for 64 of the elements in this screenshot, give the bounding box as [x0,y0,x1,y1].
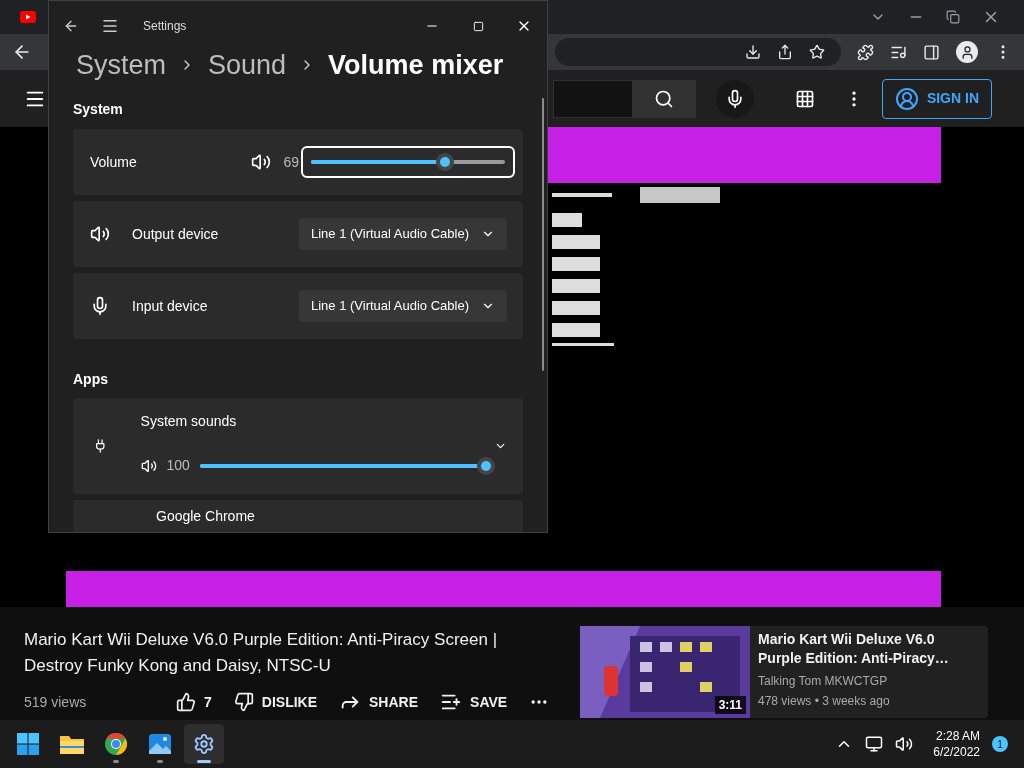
gear-icon[interactable] [193,733,215,755]
menu-icon[interactable] [101,17,119,35]
recommended-title: Mario Kart Wii Deluxe V6.0 Purple Edition: Anti-Piracy… [758,630,950,668]
recommended-video[interactable]: 3:11 Mario Kart Wii Deluxe V6.0 Purple Edition: Anti-Piracy… Talking Tom MKWCTGP 478 views • 3 weeks ago [580,626,988,718]
plug-icon [93,436,108,456]
share-icon[interactable] [777,44,793,60]
install-icon[interactable] [745,44,761,60]
app-name: System sounds [140,411,238,431]
volume-icon[interactable] [895,735,914,753]
taskbar-button[interactable] [184,724,224,764]
thumbs-down-icon [233,692,254,712]
section-heading: System [73,100,124,119]
speaker-icon [140,457,157,474]
restore-icon[interactable] [946,10,960,24]
setting-label: Output device [132,224,219,244]
search-icon [654,88,675,109]
thumbs-up-icon [176,692,196,712]
app-name: Google Chrome [156,508,255,524]
breadcrumb-item[interactable]: System [76,44,167,86]
profile-icon[interactable] [956,41,978,63]
video-meta: 478 views • 3 weeks ago [758,693,891,710]
speaker-icon [90,224,110,244]
photos-icon[interactable] [148,733,172,755]
search-button[interactable] [632,79,696,118]
device-dropdown[interactable]: Line 1 (Virtual Audio Cable) [298,290,507,322]
network-icon[interactable] [865,735,884,753]
speaker-icon [251,152,272,172]
breadcrumb-item[interactable]: Sound [208,44,287,86]
section-heading: Apps [73,370,109,389]
breadcrumb-item: Volume mixer [328,48,504,82]
slider-thumb[interactable] [435,153,454,171]
volume-reading: 69 [283,152,299,172]
window-title: Settings [143,18,187,35]
side-panel-icon[interactable] [923,43,940,61]
notification-badge[interactable]: 1 [992,736,1008,752]
view-count: 519 views [24,692,88,712]
channel-name: Talking Tom MKWCTGP [758,673,889,690]
address-bar[interactable] [555,38,841,66]
star-icon[interactable] [809,44,825,60]
volume-slider[interactable] [301,146,515,178]
duration-badge: 3:11 [714,696,746,714]
back-icon[interactable] [63,18,79,34]
sign-in-button[interactable]: SIGN IN [881,78,992,119]
clock[interactable]: 2:28 AM 6/2/2022 [933,728,980,760]
maximize-icon [472,20,484,32]
chrome-icon[interactable] [104,732,128,756]
windows-icon[interactable] [16,732,40,756]
search-field[interactable] [552,79,633,118]
action-button[interactable]: SHARE [339,691,419,713]
youtube-icon[interactable] [20,11,36,23]
setting-label: Input device [132,296,208,316]
extensions-icon[interactable] [857,43,874,61]
action-button[interactable]: 7 [176,691,212,713]
setting-label: Volume [90,152,137,172]
account-icon [894,86,919,111]
device-dropdown[interactable]: Line 1 (Virtual Audio Cable) [298,218,507,250]
video-title: Mario Kart Wii Deluxe V6.0 Purple Edition: Anti-Piracy Screen | Destroy Funky Kong and Daisy, NTSC-U [24,629,499,677]
volume-reading: 100 [166,456,190,475]
slider-thumb[interactable] [476,456,495,475]
action-button[interactable]: SAVE [440,691,508,713]
action-button[interactable]: DISLIKE [233,691,318,713]
apps-icon[interactable] [794,88,815,109]
folder-icon[interactable] [59,733,85,755]
microphone-icon [90,296,110,316]
